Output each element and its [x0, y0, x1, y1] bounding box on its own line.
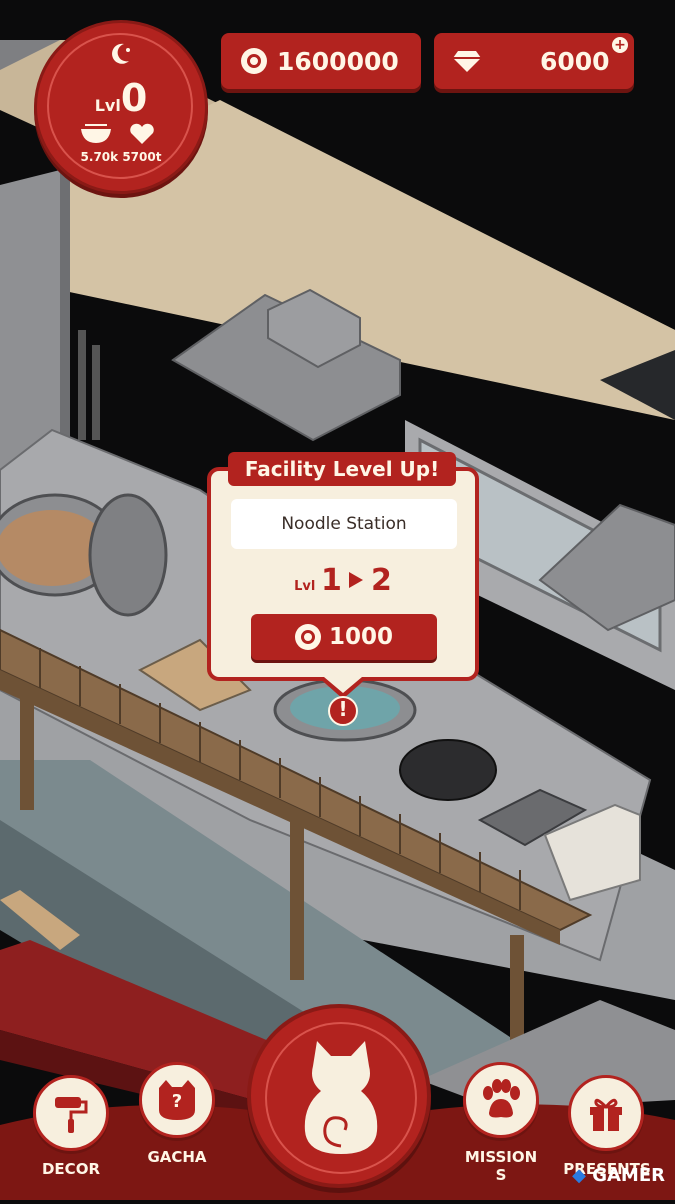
coin-amount: 1600000: [277, 46, 399, 76]
diamond-icon: [453, 51, 481, 72]
moon-icon: [112, 43, 130, 64]
level-change: Lvl 1 2: [207, 563, 479, 598]
add-gems-icon[interactable]: +: [612, 37, 628, 53]
player-stats: 5.70k 5700t: [80, 150, 162, 164]
cat-silhouette-icon: [304, 1041, 378, 1154]
missions-label-line1: MISSION: [464, 1148, 538, 1166]
missions-button[interactable]: [463, 1062, 539, 1138]
gacha-label: GACHA: [147, 1148, 207, 1166]
facility-name: Noodle Station: [231, 499, 457, 549]
gift-icon: [590, 1098, 622, 1131]
missions-label-line2: S: [495, 1166, 507, 1184]
gamer-logo-icon: ◆: [572, 1165, 593, 1186]
level-to: 2: [370, 563, 392, 598]
decor-button[interactable]: [33, 1075, 109, 1151]
heart-icon: [130, 123, 154, 144]
watermark: ◆ GAMER: [572, 1165, 665, 1186]
missions-label: MISSION S: [455, 1148, 547, 1184]
gem-amount: 6000: [540, 46, 610, 76]
coin-balance[interactable]: 1600000: [221, 33, 421, 89]
level-change-prefix: Lvl: [294, 579, 316, 594]
ramen-bowl-icon: [81, 124, 111, 143]
presents-button[interactable]: [568, 1075, 644, 1151]
level-from: 1: [320, 563, 342, 598]
gem-balance[interactable]: 6000 +: [434, 33, 634, 89]
level-up-button[interactable]: 1000: [251, 614, 437, 660]
player-level-badge[interactable]: Lvl0 5.70k 5700t: [34, 20, 208, 194]
coin-icon: [294, 624, 321, 650]
paw-icon: [483, 1079, 520, 1118]
paint-roller-icon: [55, 1097, 88, 1133]
arrow-right-icon: [349, 572, 364, 588]
watermark-text: GAMER: [592, 1165, 665, 1186]
cat-main-button[interactable]: [247, 1004, 431, 1188]
player-level-prefix: Lvl: [94, 96, 121, 115]
gacha-button[interactable]: ?: [139, 1062, 215, 1138]
level-up-cost: 1000: [328, 624, 393, 650]
player-level: Lvl0: [37, 79, 205, 117]
player-level-value: 0: [120, 76, 148, 120]
decor-label: DECOR: [41, 1160, 100, 1178]
coin-icon: [241, 48, 267, 74]
gacha-question-mark: ?: [171, 1091, 183, 1112]
popup-title: Facility Level Up!: [228, 452, 456, 486]
alert-icon[interactable]: !: [318, 697, 368, 721]
